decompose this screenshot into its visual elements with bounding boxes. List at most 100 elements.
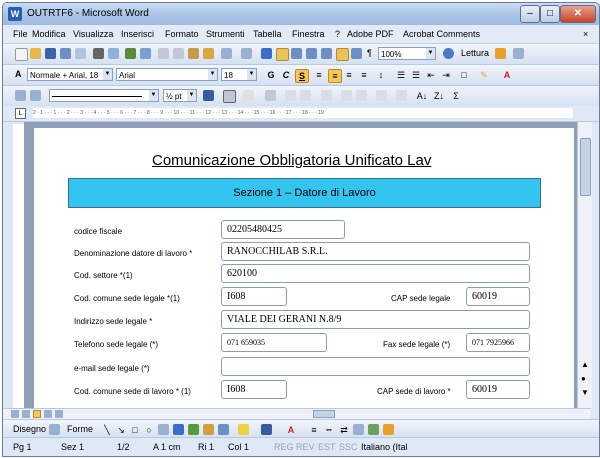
tab-selector-icon[interactable]: L xyxy=(15,108,26,119)
drawing-icon[interactable] xyxy=(336,48,349,61)
zoom-combo[interactable]: 100% ▼ xyxy=(378,47,436,60)
field-denominazione[interactable]: RANOCCHILAB S.R.L. xyxy=(221,242,530,261)
font-size-combo[interactable]: 18 ▼ xyxy=(221,68,257,81)
numbering-icon[interactable]: ☰ xyxy=(395,69,407,81)
insert-table-icon[interactable] xyxy=(291,48,302,59)
reading-view-icon[interactable] xyxy=(55,410,63,418)
arrow-icon[interactable]: ↘ xyxy=(115,424,127,436)
help-icon[interactable] xyxy=(443,48,454,59)
field-fax-legale[interactable]: 071 7925966 xyxy=(466,333,530,352)
minimize-button[interactable]: – xyxy=(520,5,540,23)
cut-icon[interactable] xyxy=(158,48,169,59)
save-icon[interactable] xyxy=(45,48,56,59)
justify-icon[interactable]: ≡ xyxy=(358,69,370,81)
sort-descending-icon[interactable]: Z↓ xyxy=(433,90,445,102)
line-style-icon[interactable]: ≡ xyxy=(308,424,320,436)
draw-menu-button[interactable]: Disegno xyxy=(13,424,46,434)
wordart-icon[interactable] xyxy=(173,424,184,435)
status-ext[interactable]: EST xyxy=(318,442,336,452)
horizontal-ruler[interactable]: L 2 · 1 · · · 1 · · · 2 · · · 3 · · · 4 … xyxy=(3,106,599,122)
email-icon[interactable] xyxy=(75,48,86,59)
line-color-icon[interactable] xyxy=(261,424,272,435)
toolbar-extra-icon[interactable] xyxy=(513,48,524,59)
styles-icon[interactable]: A xyxy=(15,69,22,79)
fill-color-icon[interactable] xyxy=(238,424,249,435)
border-color-icon[interactable] xyxy=(203,90,214,101)
undo-icon[interactable] xyxy=(221,48,232,59)
menu-finestra[interactable]: Finestra xyxy=(292,29,325,39)
align-center-icon[interactable]: ≡ xyxy=(328,69,342,83)
select-browse-object-icon[interactable]: ● xyxy=(581,374,586,383)
decrease-indent-icon[interactable]: ⇤ xyxy=(425,69,437,81)
highlight-icon[interactable]: ✎ xyxy=(478,69,490,81)
outline-view-icon[interactable] xyxy=(44,410,52,418)
scroll-down-icon[interactable]: ▼ xyxy=(581,388,589,397)
field-settore[interactable]: 620100 xyxy=(221,264,530,283)
bullets-icon[interactable]: ☰ xyxy=(410,69,422,81)
split-cells-icon[interactable] xyxy=(300,90,311,101)
maximize-button[interactable]: □ xyxy=(540,5,560,23)
field-cap-legale[interactable]: 60019 xyxy=(466,287,530,306)
text-direction-icon[interactable] xyxy=(396,90,407,101)
select-objects-icon[interactable] xyxy=(49,424,60,435)
permission-icon[interactable] xyxy=(60,48,71,59)
status-rec[interactable]: REG xyxy=(274,442,294,452)
dash-style-icon[interactable]: ┅ xyxy=(323,424,335,436)
vertical-scrollbar[interactable]: ▲ ● ▼ xyxy=(577,122,592,408)
web-layout-icon[interactable] xyxy=(22,410,30,418)
picture-icon[interactable] xyxy=(218,424,229,435)
print-preview-icon[interactable] xyxy=(108,48,119,59)
font-combo[interactable]: Arial ▼ xyxy=(116,68,218,81)
draw-table-icon[interactable] xyxy=(15,90,26,101)
shading-color-icon[interactable] xyxy=(243,90,254,101)
3d-style-icon[interactable] xyxy=(368,424,379,435)
field-cap-lavoro[interactable]: 60019 xyxy=(466,380,530,399)
distribute-rows-icon[interactable] xyxy=(341,90,352,101)
reading-layout-button[interactable]: Lettura xyxy=(461,48,489,58)
new-document-icon[interactable] xyxy=(15,48,28,61)
field-email-legale[interactable] xyxy=(221,357,530,376)
bold-button[interactable]: G xyxy=(265,69,277,81)
underline-button[interactable]: S xyxy=(295,69,309,83)
increase-indent-icon[interactable]: ⇥ xyxy=(440,69,452,81)
columns-icon[interactable] xyxy=(321,48,332,59)
menu-acrobat-comments[interactable]: Acrobat Comments xyxy=(403,29,480,39)
toolbar-options-icon[interactable] xyxy=(495,48,506,59)
style-combo[interactable]: Normale + Arial, 18 ▼ xyxy=(27,68,113,81)
menu-tabella[interactable]: Tabella xyxy=(253,29,282,39)
hscroll-thumb[interactable] xyxy=(313,410,335,418)
borders-icon[interactable]: □ xyxy=(458,69,470,81)
show-hide-icon[interactable]: ¶ xyxy=(367,48,372,58)
autosum-icon[interactable]: Σ xyxy=(450,90,462,102)
document-page[interactable]: Comunicazione Obbligatoria Unificato Lav… xyxy=(34,128,574,408)
font-color-icon[interactable]: A xyxy=(501,69,513,81)
close-document-icon[interactable]: × xyxy=(583,29,588,39)
close-button[interactable]: ✕ xyxy=(560,5,596,23)
eraser-icon[interactable] xyxy=(30,90,41,101)
distribute-columns-icon[interactable] xyxy=(356,90,367,101)
field-indirizzo-legale[interactable]: VIALE DEI GERANI N.8/9 xyxy=(221,310,530,329)
field-codice-fiscale[interactable]: 02205480425 xyxy=(221,220,345,239)
field-comune-lavoro[interactable]: I608 xyxy=(221,380,287,399)
tables-borders-icon[interactable] xyxy=(276,48,289,61)
align-left-icon[interactable]: ≡ xyxy=(313,69,325,81)
menu-inserisci[interactable]: Inserisci xyxy=(121,29,154,39)
merge-cells-icon[interactable] xyxy=(285,90,296,101)
hyperlink-icon[interactable] xyxy=(261,48,272,59)
field-comune-legale[interactable]: I608 xyxy=(221,287,287,306)
italic-button[interactable]: C xyxy=(280,69,292,81)
research-icon[interactable] xyxy=(140,48,151,59)
cell-align-icon[interactable] xyxy=(321,90,332,101)
draw-font-color-icon[interactable]: A xyxy=(285,424,297,436)
status-trk[interactable]: REV xyxy=(296,442,315,452)
oval-icon[interactable]: ○ xyxy=(143,424,155,436)
format-painter-icon[interactable] xyxy=(203,48,214,59)
field-telefono-legale[interactable]: 071 659035 xyxy=(221,333,327,352)
line-icon[interactable]: ╲ xyxy=(101,424,113,436)
align-right-icon[interactable]: ≡ xyxy=(343,69,355,81)
autoformat-icon[interactable] xyxy=(376,90,387,101)
rectangle-icon[interactable]: □ xyxy=(129,424,141,436)
paste-icon[interactable] xyxy=(188,48,199,59)
scrollbar-thumb[interactable] xyxy=(580,138,591,196)
shadow-style-icon[interactable] xyxy=(353,424,364,435)
